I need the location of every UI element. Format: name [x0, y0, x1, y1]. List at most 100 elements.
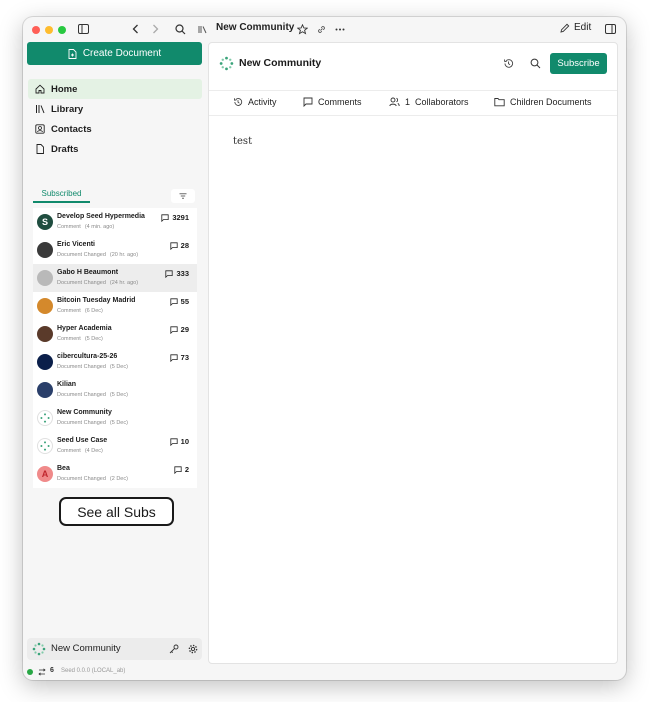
- comment-icon: [170, 241, 178, 250]
- subscription-event: Document Changed: [57, 476, 106, 482]
- subscription-event: Document Changed: [57, 420, 106, 426]
- subscription-item[interactable]: S Develop Seed Hypermedia Comment (4 min. a…: [33, 208, 197, 236]
- filter-button[interactable]: [171, 189, 195, 203]
- comment-icon: [303, 97, 313, 107]
- subscription-item[interactable]: New Community Document Changed (5 Dec): [33, 404, 197, 432]
- subscription-meta: Document Changed (5 Dec): [57, 364, 128, 370]
- minimize-window-button[interactable]: [45, 26, 53, 34]
- library-icon: [198, 21, 208, 37]
- subscription-time: (5 Dec): [84, 336, 103, 342]
- subscription-item[interactable]: Eric Vicenti Document Changed (20 hr. ago)…: [33, 236, 197, 264]
- subscription-time: (4 min. ago): [84, 224, 115, 230]
- comment-count-value: 10: [180, 437, 189, 446]
- comment-icon: [170, 297, 178, 306]
- document-header: New Community Subscribe: [209, 43, 617, 83]
- subscription-meta: Document Changed (20 hr. ago): [57, 252, 138, 258]
- see-all-subs-button[interactable]: See all Subs: [59, 497, 174, 526]
- document-panel: New Community Subscribe Activity Comment…: [208, 42, 618, 664]
- create-document-label: Create Document: [82, 48, 162, 59]
- star-icon[interactable]: [296, 21, 308, 37]
- forward-icon[interactable]: [149, 21, 161, 37]
- account-bar[interactable]: New Community: [27, 638, 202, 660]
- subscription-item[interactable]: Kilian Document Changed (5 Dec): [33, 376, 197, 404]
- drafts-icon: [36, 144, 44, 154]
- subscription-item[interactable]: cibercultura-25-26 Document Changed (5 Dec…: [33, 348, 197, 376]
- subscription-meta: Document Changed (2 Dec): [57, 476, 128, 482]
- nav-home-label: Home: [51, 83, 78, 95]
- subscription-event: Comment: [57, 336, 81, 342]
- tab-subscribed[interactable]: Subscribed: [33, 187, 90, 203]
- create-document-button[interactable]: Create Document: [27, 42, 202, 65]
- filter-icon: [179, 193, 187, 199]
- subscription-item[interactable]: Gabo H Beaumont Document Changed (24 hr. a…: [33, 264, 197, 292]
- avatar: S: [37, 214, 53, 230]
- tab-comments-label: Comments: [318, 97, 362, 107]
- account-name: New Community: [51, 643, 121, 654]
- avatar: [37, 382, 53, 398]
- new-document-icon: [68, 48, 77, 59]
- subscription-time: (24 hr. ago): [109, 280, 139, 286]
- comment-icon: [165, 269, 174, 278]
- subscription-meta: Comment (4 min. ago): [57, 224, 114, 230]
- subscription-name: Bea: [57, 465, 70, 472]
- comment-count: 29: [170, 325, 189, 334]
- zoom-window-button[interactable]: [58, 26, 66, 34]
- subscription-meta: Document Changed (5 Dec): [57, 392, 128, 398]
- comment-count-value: 55: [180, 297, 189, 306]
- nav-item-contacts[interactable]: Contacts: [28, 119, 202, 139]
- tab-children-documents[interactable]: Children Documents: [494, 97, 592, 107]
- key-icon[interactable]: [169, 644, 179, 654]
- avatar: [37, 242, 53, 258]
- comment-count-value: 28: [180, 241, 189, 250]
- document-title: New Community: [239, 57, 322, 69]
- subscription-name: Kilian: [57, 381, 77, 388]
- tab-activity[interactable]: Activity: [233, 97, 277, 107]
- subscription-item[interactable]: A Bea Document Changed (2 Dec) 2: [33, 460, 197, 488]
- users-icon: [389, 97, 400, 107]
- settings-gear-icon[interactable]: [188, 644, 198, 654]
- more-options-icon[interactable]: [334, 21, 346, 37]
- comment-count: 28: [170, 241, 189, 250]
- search-icon[interactable]: [174, 21, 186, 37]
- nav-library-label: Library: [51, 103, 84, 115]
- link-icon[interactable]: [316, 21, 326, 37]
- history-icon[interactable]: [503, 58, 514, 69]
- nav-item-library[interactable]: Library: [28, 99, 202, 119]
- subscription-name: Develop Seed Hypermedia: [57, 213, 145, 220]
- comment-count-value: 29: [180, 325, 189, 334]
- tab-collaborators[interactable]: 1 Collaborators: [389, 97, 469, 107]
- back-icon[interactable]: [129, 21, 141, 37]
- avatar: [37, 298, 53, 314]
- tab-comments[interactable]: Comments: [303, 97, 362, 107]
- clock-icon: [233, 98, 243, 106]
- subscription-event: Document Changed: [57, 280, 106, 286]
- edit-button[interactable]: Edit: [560, 22, 591, 33]
- window-title: New Community: [216, 22, 295, 33]
- nav-item-drafts[interactable]: Drafts: [28, 139, 202, 159]
- subscription-event: Document Changed: [57, 252, 106, 258]
- subscription-time: (4 Dec): [84, 448, 103, 454]
- subscription-item[interactable]: Hyper Academia Comment (5 Dec) 29: [33, 320, 197, 348]
- subscription-meta: Document Changed (24 hr. ago): [57, 280, 138, 286]
- subscription-time: (5 Dec): [109, 392, 128, 398]
- subscription-meta: Comment (5 Dec): [57, 336, 103, 342]
- home-icon: [35, 84, 45, 94]
- comment-count: 55: [170, 297, 189, 306]
- comment-icon: [170, 325, 178, 334]
- right-panel-toggle-icon[interactable]: [604, 21, 616, 37]
- tab-children-documents-label: Children Documents: [510, 97, 592, 107]
- nav-item-home[interactable]: Home: [28, 79, 202, 99]
- sidebar-toggle-icon[interactable]: [76, 21, 90, 37]
- document-body[interactable]: test: [233, 136, 252, 147]
- comment-count: 10: [170, 437, 189, 446]
- comment-count-value: 333: [176, 269, 189, 278]
- search-icon[interactable]: [530, 58, 541, 69]
- subscription-time: (6 Dec): [84, 308, 103, 314]
- subscription-item[interactable]: Seed Use Case Comment (4 Dec) 10: [33, 432, 197, 460]
- close-window-button[interactable]: [32, 26, 40, 34]
- library-icon: [36, 105, 45, 114]
- subscribe-button[interactable]: Subscribe: [550, 53, 607, 74]
- subscription-item[interactable]: Bitcoin Tuesday Madrid Comment (6 Dec) 55: [33, 292, 197, 320]
- comment-icon: [170, 353, 178, 362]
- subscription-meta: Comment (4 Dec): [57, 448, 103, 454]
